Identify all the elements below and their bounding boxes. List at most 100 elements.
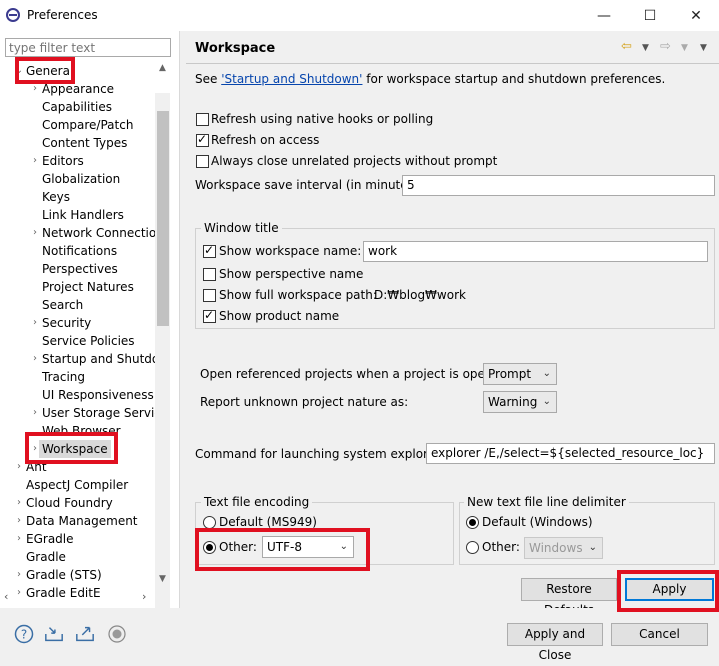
title-bar: Preferences — ☐ ✕ [0,0,719,31]
show-perspective-checkbox[interactable] [203,268,216,281]
chevron-down-icon: ⌄ [542,368,551,379]
tree-item[interactable]: Cloud Foundry [26,494,113,512]
tree-item[interactable]: Content Types [42,134,127,152]
back-arrow-icon[interactable]: ⇦ [621,39,632,54]
tree-item[interactable]: Tracing [42,368,85,386]
delimiter-select[interactable]: Windows ⌄ [524,537,603,559]
always-close-checkbox[interactable] [196,155,209,168]
tree-item[interactable]: Gradle [26,548,66,566]
save-interval-input[interactable]: 5 [402,175,715,196]
tree-expander-icon[interactable]: › [30,314,40,332]
export-icon[interactable] [75,624,95,644]
show-workspace-name-label: Show workspace name: [219,244,362,258]
eclipse-app-icon [6,8,20,22]
svg-text:?: ? [21,628,27,642]
startup-shutdown-note: See 'Startup and Shutdown' for workspace… [195,72,665,86]
tree-expander-icon[interactable]: › [14,584,24,602]
scroll-right-icon[interactable]: › [142,590,146,603]
refresh-access-checkbox[interactable] [196,132,209,147]
highlight-general [15,57,75,84]
command-label: Command for launching system explorer: [195,447,444,461]
maximize-button[interactable]: ☐ [627,0,673,31]
back-dropdown-icon[interactable]: ▼ [642,43,649,53]
apply-and-close-button[interactable]: Apply and Close [507,623,603,662]
import-icon[interactable] [44,624,64,644]
tree-item[interactable]: Notifications [42,242,117,260]
chevron-down-icon: ⌄ [542,396,551,407]
tree-scrollbar-thumb[interactable] [157,111,169,326]
record-icon[interactable] [107,624,127,644]
tree-item[interactable]: Globalization [42,170,120,188]
restore-defaults-button[interactable]: Restore Defaults [521,578,617,617]
show-workspace-name-checkbox[interactable] [203,243,216,258]
delimiter-select-value: Windows [529,541,583,555]
tree-item[interactable]: Perspectives [42,260,118,278]
workspace-name-input[interactable]: work [363,241,708,262]
tree-item[interactable]: Project Natures [42,278,134,296]
open-referenced-value: Prompt [488,367,532,381]
filter-input[interactable] [5,38,171,57]
scroll-left-icon[interactable]: ‹ [4,590,8,603]
tree-item[interactable]: AspectJ Compiler [26,476,128,494]
delimiter-other-radio[interactable] [466,541,479,554]
text-file-encoding-label: Text file encoding [201,495,313,509]
tree-expander-icon[interactable]: › [14,512,24,530]
tree-item[interactable]: Startup and Shutdow [42,350,169,368]
show-product-checkbox[interactable] [203,308,216,323]
delimiter-default-label: Default (Windows) [482,515,593,529]
tree-item[interactable]: Editors [42,152,84,170]
chevron-down-icon: ⌄ [588,542,597,553]
tree-expander-icon[interactable]: › [14,458,24,476]
refresh-native-checkbox[interactable] [196,113,209,126]
scroll-down-icon[interactable]: ▼ [159,574,166,584]
scroll-up-icon[interactable]: ▲ [159,63,166,73]
tree-item[interactable]: Search [42,296,83,314]
tree-expander-icon[interactable]: › [30,404,40,422]
tree-expander-icon[interactable]: › [30,224,40,242]
help-icon[interactable]: ? [14,624,34,644]
view-menu-icon[interactable]: ▼ [700,43,707,53]
forward-dropdown-icon[interactable]: ▼ [681,43,688,53]
encoding-default-label: Default (MS949) [219,515,317,529]
highlight-workspace [25,432,118,464]
line-delimiter-label: New text file line delimiter [464,495,629,509]
tree-item[interactable]: Service Policies [42,332,135,350]
minimize-button[interactable]: — [581,0,627,31]
tree-expander-icon[interactable]: › [30,152,40,170]
forward-arrow-icon[interactable]: ⇨ [660,39,671,54]
close-button[interactable]: ✕ [673,0,719,31]
tree-item[interactable]: Network Connection [42,224,164,242]
preference-tree-panel: ⌄General›AppearanceCapabilitiesCompare/P… [0,31,180,636]
tree-item[interactable]: Capabilities [42,98,112,116]
tree-item[interactable]: Data Management [26,512,138,530]
tree-expander-icon[interactable]: › [14,530,24,548]
report-nature-value: Warning [488,395,538,409]
tree-item[interactable]: Keys [42,188,70,206]
open-referenced-select[interactable]: Prompt ⌄ [483,363,557,385]
full-path-value: D:₩blog₩work [374,288,466,302]
command-input[interactable]: explorer /E,/select=${selected_resource_… [426,443,715,464]
tree-item[interactable]: EGradle [26,530,74,548]
tree-item[interactable]: Link Handlers [42,206,124,224]
tree-item[interactable]: Gradle EditE [26,584,101,602]
tree-item[interactable]: UI Responsiveness M [42,386,168,404]
startup-shutdown-link[interactable]: 'Startup and Shutdown' [221,72,362,86]
window-title: Preferences [27,8,98,22]
tree-expander-icon[interactable]: › [14,494,24,512]
highlight-apply [617,570,719,612]
always-close-label: Always close unrelated projects without … [211,154,498,168]
tree-item[interactable]: User Storage Service [42,404,168,422]
show-product-label: Show product name [219,309,340,323]
report-nature-select[interactable]: Warning ⌄ [483,391,557,413]
highlight-encoding-other [195,528,370,571]
show-full-path-checkbox[interactable] [203,289,216,302]
delimiter-other-label: Other: [482,540,520,554]
delimiter-default-radio[interactable] [466,516,479,529]
tree-item[interactable]: Gradle (STS) [26,566,102,584]
tree-item[interactable]: Compare/Patch [42,116,133,134]
tree-expander-icon[interactable]: › [14,566,24,584]
window-title-group-label: Window title [201,221,282,235]
cancel-button[interactable]: Cancel [611,623,708,646]
tree-expander-icon[interactable]: › [30,350,40,368]
tree-item[interactable]: Security [42,314,91,332]
